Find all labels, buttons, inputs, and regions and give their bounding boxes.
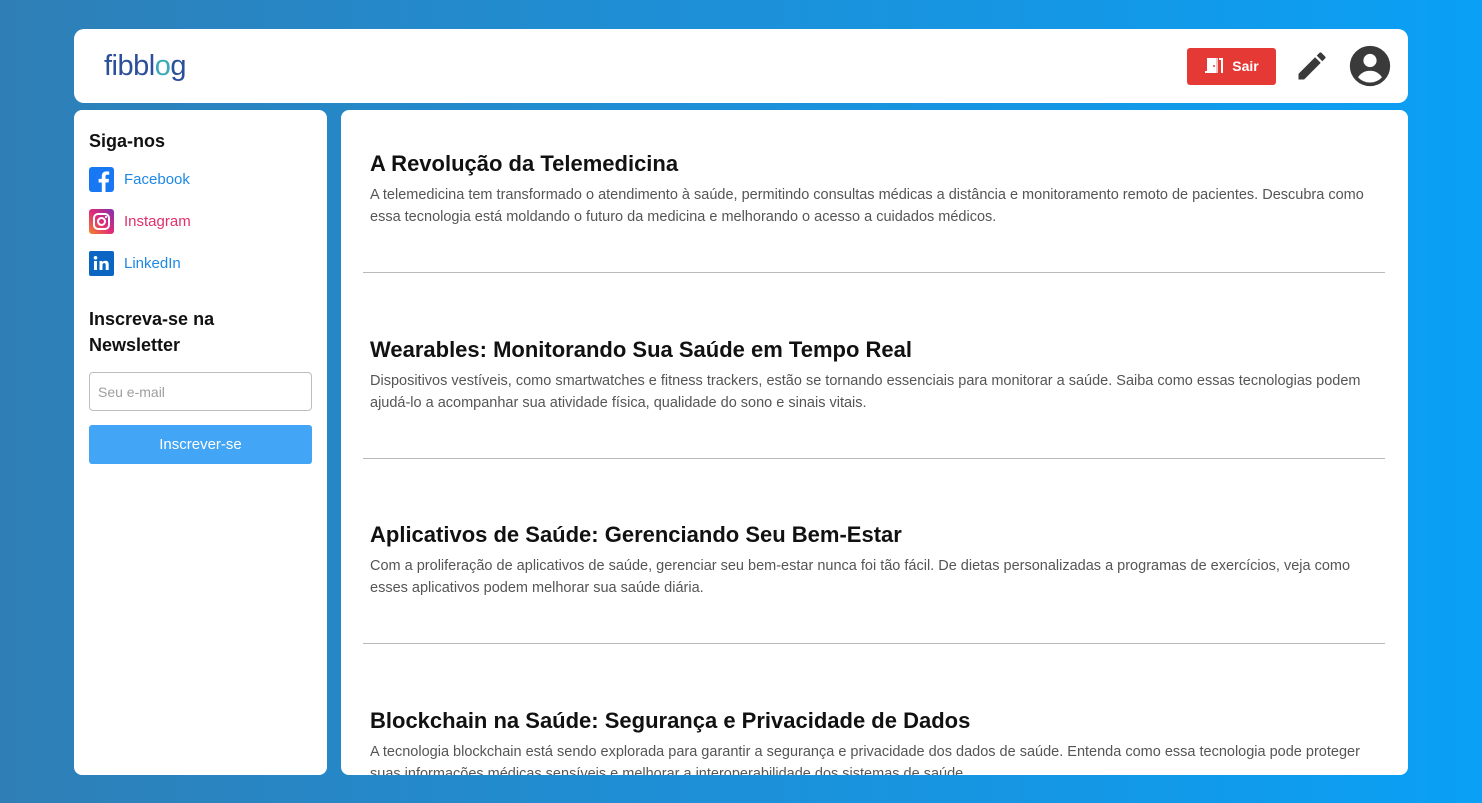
top-header: fibblog Sair	[74, 29, 1408, 103]
newsletter-title: Inscreva-se na Newsletter	[89, 306, 312, 358]
post-excerpt: A telemedicina tem transformado o atendi…	[370, 187, 1364, 225]
logo-text-suffix: g	[170, 49, 186, 82]
post-title[interactable]: A Revolução da Telemedicina	[370, 151, 678, 177]
logout-label: Sair	[1232, 58, 1259, 74]
newsletter-title-line1: Inscreva-se na	[89, 309, 215, 329]
post-divider	[363, 458, 1385, 459]
newsletter-title-line2: Newsletter	[89, 335, 181, 355]
header-actions: Sair	[1187, 44, 1392, 88]
instagram-link[interactable]: Instagram	[89, 208, 312, 234]
facebook-link[interactable]: Facebook	[89, 166, 312, 192]
door-icon	[1204, 56, 1226, 77]
post-excerpt: Com a proliferação de aplicativos de saú…	[370, 558, 1351, 596]
post-divider	[363, 643, 1385, 644]
logout-button[interactable]: Sair	[1187, 47, 1276, 85]
account-avatar-icon[interactable]	[1348, 44, 1392, 88]
sidebar: Siga-nos Facebook Instagram LinkedIn Ins…	[74, 110, 327, 775]
linkedin-label: LinkedIn	[124, 254, 181, 272]
linkedin-link[interactable]: LinkedIn	[89, 250, 312, 276]
edit-pencil-icon[interactable]	[1294, 48, 1330, 84]
newsletter-email-input[interactable]	[89, 372, 312, 411]
post-excerpt: A tecnologia blockchain está sendo explo…	[370, 744, 1360, 775]
logo-text-prefix: fibbl	[104, 49, 155, 82]
instagram-label: Instagram	[124, 212, 191, 230]
facebook-label: Facebook	[124, 170, 190, 188]
posts-list: A Revolução da Telemedicina A telemedici…	[341, 110, 1408, 775]
subscribe-button[interactable]: Inscrever-se	[89, 425, 312, 464]
post-excerpt: Dispositivos vestíveis, como smartwatche…	[370, 373, 1361, 411]
facebook-icon	[89, 166, 114, 192]
social-links: Facebook Instagram LinkedIn	[89, 166, 312, 276]
post-title[interactable]: Wearables: Monitorando Sua Saúde em Temp…	[370, 337, 912, 363]
linkedin-icon	[89, 250, 114, 276]
post-title[interactable]: Aplicativos de Saúde: Gerenciando Seu Be…	[370, 522, 902, 548]
logo-text-o: o	[154, 49, 171, 82]
follow-us-title: Siga-nos	[89, 131, 166, 151]
instagram-icon	[89, 208, 114, 234]
post-title[interactable]: Blockchain na Saúde: Segurança e Privaci…	[370, 708, 970, 734]
site-logo[interactable]: fibblog	[104, 50, 186, 83]
post-divider	[363, 272, 1385, 273]
